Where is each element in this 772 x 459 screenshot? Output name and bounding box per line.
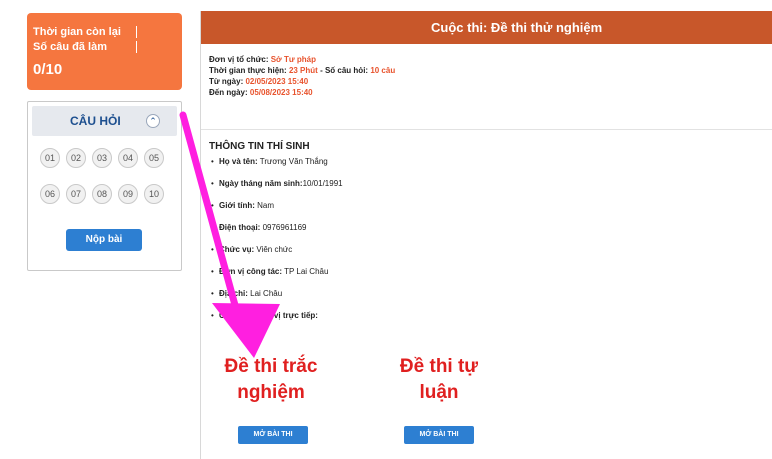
- main-content: Cuộc thi: Đề thi thử nghiệm Đơn vị tổ ch…: [200, 11, 772, 459]
- left-sidebar: Thời gian còn lại Số câu đã làm 0/10 CÂU…: [0, 0, 200, 459]
- submit-button[interactable]: Nộp bài: [66, 229, 142, 251]
- question-panel-header: CÂU HỎI ⌃: [32, 106, 177, 136]
- to-date-value: 05/08/2023 15:40: [249, 88, 313, 97]
- contest-header: Cuộc thi: Đề thi thử nghiệm: [201, 11, 772, 44]
- divider: [201, 129, 772, 130]
- from-date-line: Từ ngày: 02/05/2023 15:40: [209, 77, 309, 86]
- contest-info: Đơn vị tổ chức: Sở Tư pháp Thời gian thự…: [209, 54, 395, 98]
- candidate-address: • Địa chỉ: Lai Châu: [211, 289, 283, 298]
- question-count-value: 10 câu: [370, 66, 396, 75]
- question-number-10[interactable]: 10: [144, 184, 164, 204]
- candidate-position: • Chức vụ: Viên chức: [211, 245, 293, 254]
- to-date-line: Đến ngày: 05/08/2023 15:40: [209, 88, 313, 97]
- question-number-09[interactable]: 09: [118, 184, 138, 204]
- candidate-dob: • Ngày tháng năm sinh:10/01/1991: [211, 179, 343, 188]
- multiple-choice-exam-title: Đề thi trắc nghiệm: [224, 356, 318, 403]
- contest-title: Cuộc thi: Đề thi thử nghiệm: [431, 20, 603, 35]
- duration-line: Thời gian thực hiện: 23 Phút - Số câu hỏ…: [209, 66, 396, 75]
- timer-separator: [136, 41, 137, 53]
- open-essay-exam-button[interactable]: MỞ BÀI THI: [404, 426, 474, 444]
- answered-count: 0/10: [33, 61, 63, 78]
- time-left-label: Thời gian còn lại: [33, 26, 121, 38]
- candidate-direct-unit: • Cơ quan, đơn vị trực tiếp:: [211, 311, 318, 320]
- open-multiple-choice-exam-button[interactable]: MỞ BÀI THI: [238, 426, 308, 444]
- candidate-gender: • Giới tính: Nam: [211, 201, 275, 210]
- organizer-line: Đơn vị tổ chức: Sở Tư pháp: [209, 55, 316, 64]
- question-panel: CÂU HỎI ⌃ 01 02 03 04 05 06 07 08 09 10 …: [27, 101, 182, 271]
- timer-separator: [136, 26, 137, 38]
- question-number-04[interactable]: 04: [118, 148, 138, 168]
- duration-value: 23 Phút: [288, 66, 318, 75]
- candidate-info: THÔNG TIN THÍ SINH • Họ và tên: Trương Vă…: [209, 141, 343, 320]
- question-number-08[interactable]: 08: [92, 184, 112, 204]
- chevron-up-icon[interactable]: ⌃: [146, 114, 160, 128]
- question-number-07[interactable]: 07: [66, 184, 86, 204]
- essay-exam-title: Đề thi tự luận: [399, 356, 479, 403]
- answered-label: Số câu đã làm: [33, 41, 107, 53]
- question-number-03[interactable]: 03: [92, 148, 112, 168]
- timer-box: Thời gian còn lại Số câu đã làm 0/10: [27, 13, 182, 90]
- question-number-06[interactable]: 06: [40, 184, 60, 204]
- question-number-05[interactable]: 05: [144, 148, 164, 168]
- organizer-value: Sở Tư pháp: [270, 55, 316, 64]
- question-number-02[interactable]: 02: [66, 148, 86, 168]
- candidate-phone: • Điện thoại: 0976961169: [211, 223, 307, 232]
- question-number-01[interactable]: 01: [40, 148, 60, 168]
- candidate-workplace: • Đơn vị công tác: TP Lai Châu: [211, 267, 329, 276]
- candidate-name: • Họ và tên: Trương Văn Thắng: [211, 157, 328, 166]
- question-panel-title: CÂU HỎI: [70, 114, 121, 128]
- from-date-value: 02/05/2023 15:40: [245, 77, 309, 86]
- candidate-title: THÔNG TIN THÍ SINH: [209, 141, 310, 152]
